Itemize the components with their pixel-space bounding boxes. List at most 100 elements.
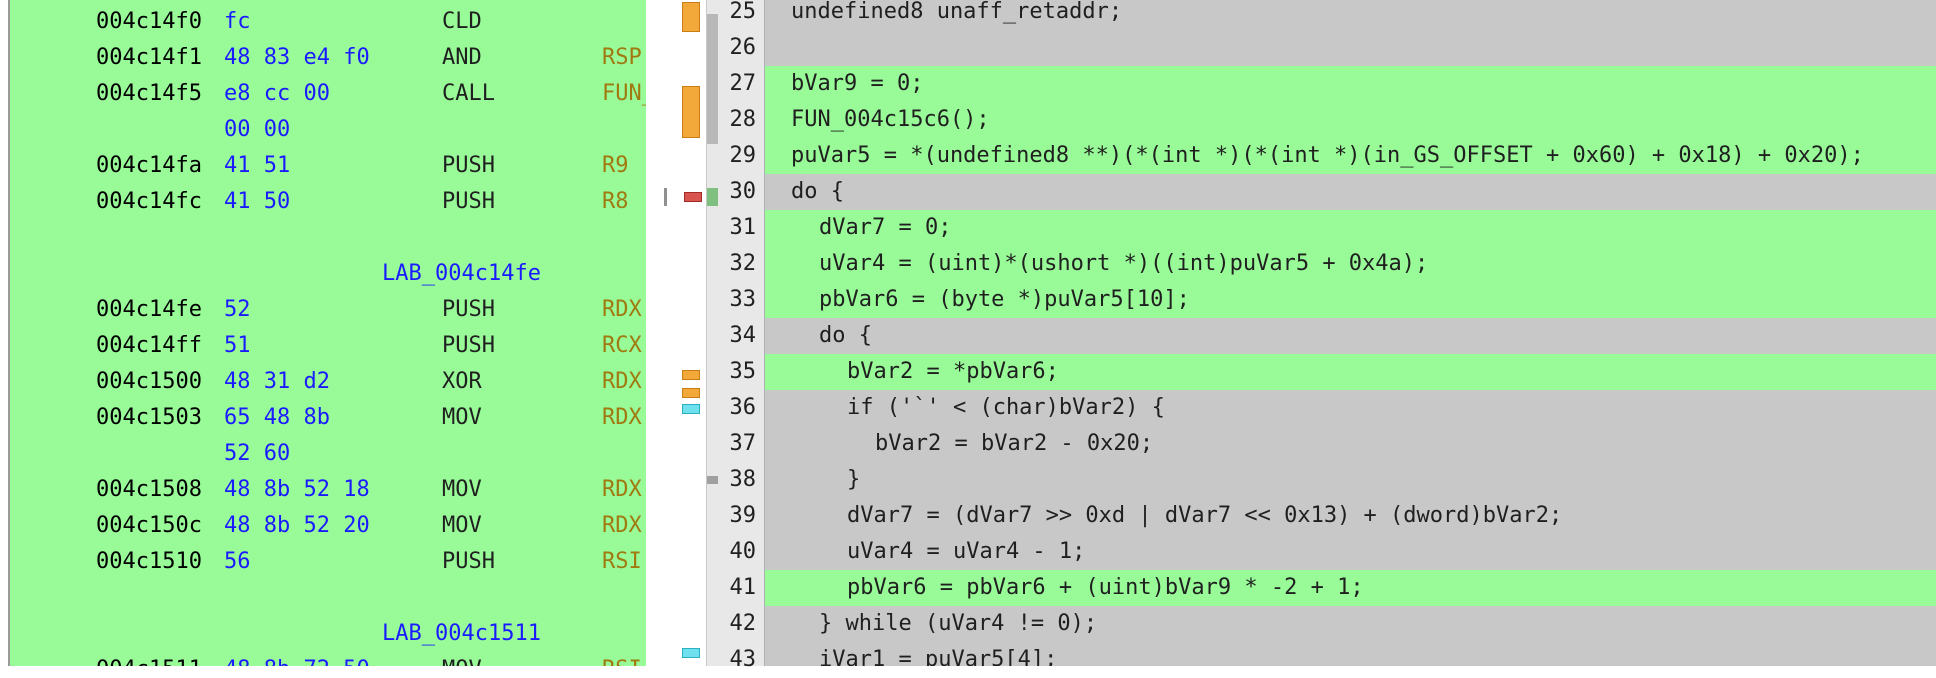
code-line[interactable]: undefined8 unaff_retaddr; [765,0,1936,30]
operand[interactable]: RSI [602,544,642,580]
mnemonic: PUSH [442,153,495,178]
line-number: 29 [729,143,757,168]
operand[interactable]: RDX [602,364,642,400]
code-text[interactable]: dVar7 = 0; [819,210,951,246]
code-line-highlighted[interactable]: bVar9 = 0; [765,66,1936,102]
code-line-highlighted[interactable]: FUN_004c15c6(); [765,102,1936,138]
code-line[interactable]: do { [765,174,1936,210]
code-line[interactable]: dVar7 = (dVar7 >> 0xd | dVar7 << 0x13) +… [765,498,1936,534]
mnemonic: MOV [442,652,482,666]
code-line[interactable]: uVar4 = uVar4 - 1; [765,534,1936,570]
line-number: 30 [729,179,757,204]
line-number: 42 [729,611,757,636]
operand[interactable]: RSP [602,40,642,76]
operand[interactable]: RSI [602,652,642,666]
code-text[interactable]: FUN_004c15c6(); [791,102,990,138]
code-text[interactable]: undefined8 unaff_retaddr; [791,0,1122,30]
label-lab-004c1511[interactable]: LAB_004c1511 [382,616,541,652]
address[interactable]: 004c150c [96,508,202,544]
overview-marker[interactable] [682,388,700,398]
overview-margin[interactable] [648,0,719,666]
operand[interactable]: R9 [602,148,629,184]
code-text[interactable]: pbVar6 = pbVar6 + (uint)bVar9 * -2 + 1; [847,570,1364,606]
code-line-highlighted[interactable]: bVar2 = *pbVar6; [765,354,1936,390]
overview-marker[interactable] [682,404,700,414]
listing-view[interactable]: 004c14f0 fc CLD 004c14f1 48 83 e4 f0 AND RSP … [10,0,646,666]
overview-marker[interactable] [682,370,700,380]
code-text[interactable]: bVar2 = *pbVar6; [847,354,1059,390]
code-text[interactable]: bVar9 = 0; [791,66,923,102]
code-text[interactable]: uVar4 = uVar4 - 1; [847,534,1085,570]
scroll-position-indicator [664,188,667,206]
code-line[interactable]: } while (uVar4 != 0); [765,606,1936,642]
code-text[interactable]: } while (uVar4 != 0); [819,606,1097,642]
code-line-highlighted[interactable]: dVar7 = 0; [765,210,1936,246]
line-number: 38 [729,467,757,492]
code-text[interactable]: puVar5 = *(undefined8 **)(*(int *)(*(int… [791,138,1864,174]
bytes: 41 51 [224,153,291,178]
line-number-gutter: 25 26 27 28 29 30 31 32 33 34 35 36 37 3… [718,0,765,672]
address[interactable]: 004c14ff [96,328,202,364]
code-text[interactable]: do { [791,174,844,210]
bytes: 48 8b 52 20 [224,513,370,538]
code-text[interactable]: pbVar6 = (byte *)puVar5[10]; [819,282,1190,318]
line-number: 39 [729,503,757,528]
mnemonic: PUSH [442,549,495,574]
address[interactable]: 004c1510 [96,544,202,580]
operand[interactable]: FUN_ [602,76,646,112]
overview-marker[interactable] [682,648,700,658]
code-text[interactable]: if ('`' < (char)bVar2) { [847,390,1165,426]
operand[interactable]: RDX [602,508,642,544]
code-text[interactable]: uVar4 = (uint)*(ushort *)((int)puVar5 + … [819,246,1428,282]
address[interactable]: 004c14fe [96,292,202,328]
address[interactable]: 004c1511 [96,652,202,666]
line-number: 41 [729,575,757,600]
line-number: 25 [729,0,757,24]
code-text[interactable]: iVar1 = puVar5[4]; [819,642,1057,666]
address[interactable]: 004c1503 [96,400,202,436]
code-line[interactable] [765,30,1936,66]
bytes: 48 8b 52 18 [224,477,370,502]
address[interactable]: 004c14fc [96,184,202,220]
operand[interactable]: RDX [602,400,642,436]
code-line[interactable]: iVar1 = puVar5[4]; [765,642,1936,666]
address[interactable]: 004c14f0 [96,4,202,40]
line-number: 36 [729,395,757,420]
mnemonic: MOV [442,513,482,538]
operand[interactable]: RDX [602,292,642,328]
bytes: e8 cc 00 [224,81,330,106]
cursor-marker[interactable] [684,192,702,202]
code-text[interactable]: do { [819,318,872,354]
code-line-highlighted[interactable]: pbVar6 = pbVar6 + (uint)bVar9 * -2 + 1; [765,570,1936,606]
code-line-highlighted[interactable]: uVar4 = (uint)*(ushort *)((int)puVar5 + … [765,246,1936,282]
address[interactable]: 004c14f5 [96,76,202,112]
bytes: 00 00 [224,117,291,142]
address[interactable]: 004c1508 [96,472,202,508]
code-line-highlighted[interactable]: pbVar6 = (byte *)puVar5[10]; [765,282,1936,318]
line-number: 32 [729,251,757,276]
code-text[interactable]: dVar7 = (dVar7 >> 0xd | dVar7 << 0x13) +… [847,498,1562,534]
label-lab-004c14fe[interactable]: LAB_004c14fe [382,256,541,292]
code-text[interactable]: bVar2 = bVar2 - 0x20; [875,426,1153,462]
address[interactable]: 004c14f1 [96,40,202,76]
line-number: 33 [729,287,757,312]
operand[interactable]: RDX [602,472,642,508]
code-text[interactable]: } [847,462,860,498]
bytes: 56 [224,549,251,574]
code-line[interactable]: bVar2 = bVar2 - 0x20; [765,426,1936,462]
listing-pane: 004c14f0 fc CLD 004c14f1 48 83 e4 f0 AND RSP … [0,0,648,666]
code-line[interactable]: do { [765,318,1936,354]
bytes: 48 83 e4 f0 [224,45,370,70]
code-line[interactable]: if ('`' < (char)bVar2) { [765,390,1936,426]
bytes: 52 60 [224,441,291,466]
address[interactable]: 004c14fa [96,148,202,184]
decompiler-view[interactable]: undefined8 unaff_retaddr; bVar9 = 0; FUN… [765,0,1936,666]
line-number: 31 [729,215,757,240]
address[interactable]: 004c1500 [96,364,202,400]
operand[interactable]: RCX [602,328,642,364]
code-line-highlighted[interactable]: puVar5 = *(undefined8 **)(*(int *)(*(int… [765,138,1936,174]
overview-marker[interactable] [682,2,700,32]
overview-marker[interactable] [682,86,700,138]
code-line[interactable]: } [765,462,1936,498]
operand[interactable]: R8 [602,184,629,220]
